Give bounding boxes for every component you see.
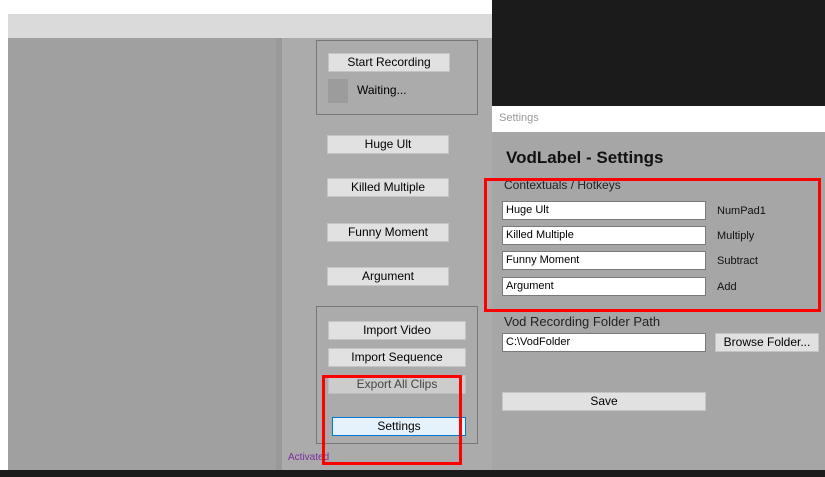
import-video-button[interactable]: Import Video <box>328 321 466 340</box>
save-button[interactable]: Save <box>502 392 706 411</box>
import-sequence-button[interactable]: Import Sequence <box>328 348 466 367</box>
desktop-background <box>492 0 825 106</box>
folder-path-field[interactable]: C:\VodFolder <box>502 333 706 352</box>
taskbar-strip <box>0 470 825 477</box>
video-panel <box>8 38 276 470</box>
settings-window-title: Settings <box>499 112 539 124</box>
label-button-funny-moment[interactable]: Funny Moment <box>327 223 449 242</box>
desktop-top-strip <box>0 0 492 14</box>
browse-folder-button[interactable]: Browse Folder... <box>715 333 819 352</box>
recording-groupbox: Start Recording Waiting... <box>316 40 478 115</box>
start-recording-button[interactable]: Start Recording <box>328 53 450 72</box>
main-window-titlebar[interactable] <box>8 14 492 38</box>
label-button-huge-ult[interactable]: Huge Ult <box>327 135 449 154</box>
settings-heading: VodLabel - Settings <box>506 148 664 167</box>
label-button-killed-multiple[interactable]: Killed Multiple <box>327 178 449 197</box>
highlight-box-settings-button <box>322 375 462 465</box>
label-button-argument[interactable]: Argument <box>327 267 449 286</box>
folder-path-label: Vod Recording Folder Path <box>504 314 661 329</box>
settings-titlebar[interactable]: Settings <box>492 106 825 132</box>
recording-status: Waiting... <box>357 83 407 97</box>
highlight-box-hotkeys <box>484 178 821 312</box>
recording-indicator <box>328 79 348 103</box>
